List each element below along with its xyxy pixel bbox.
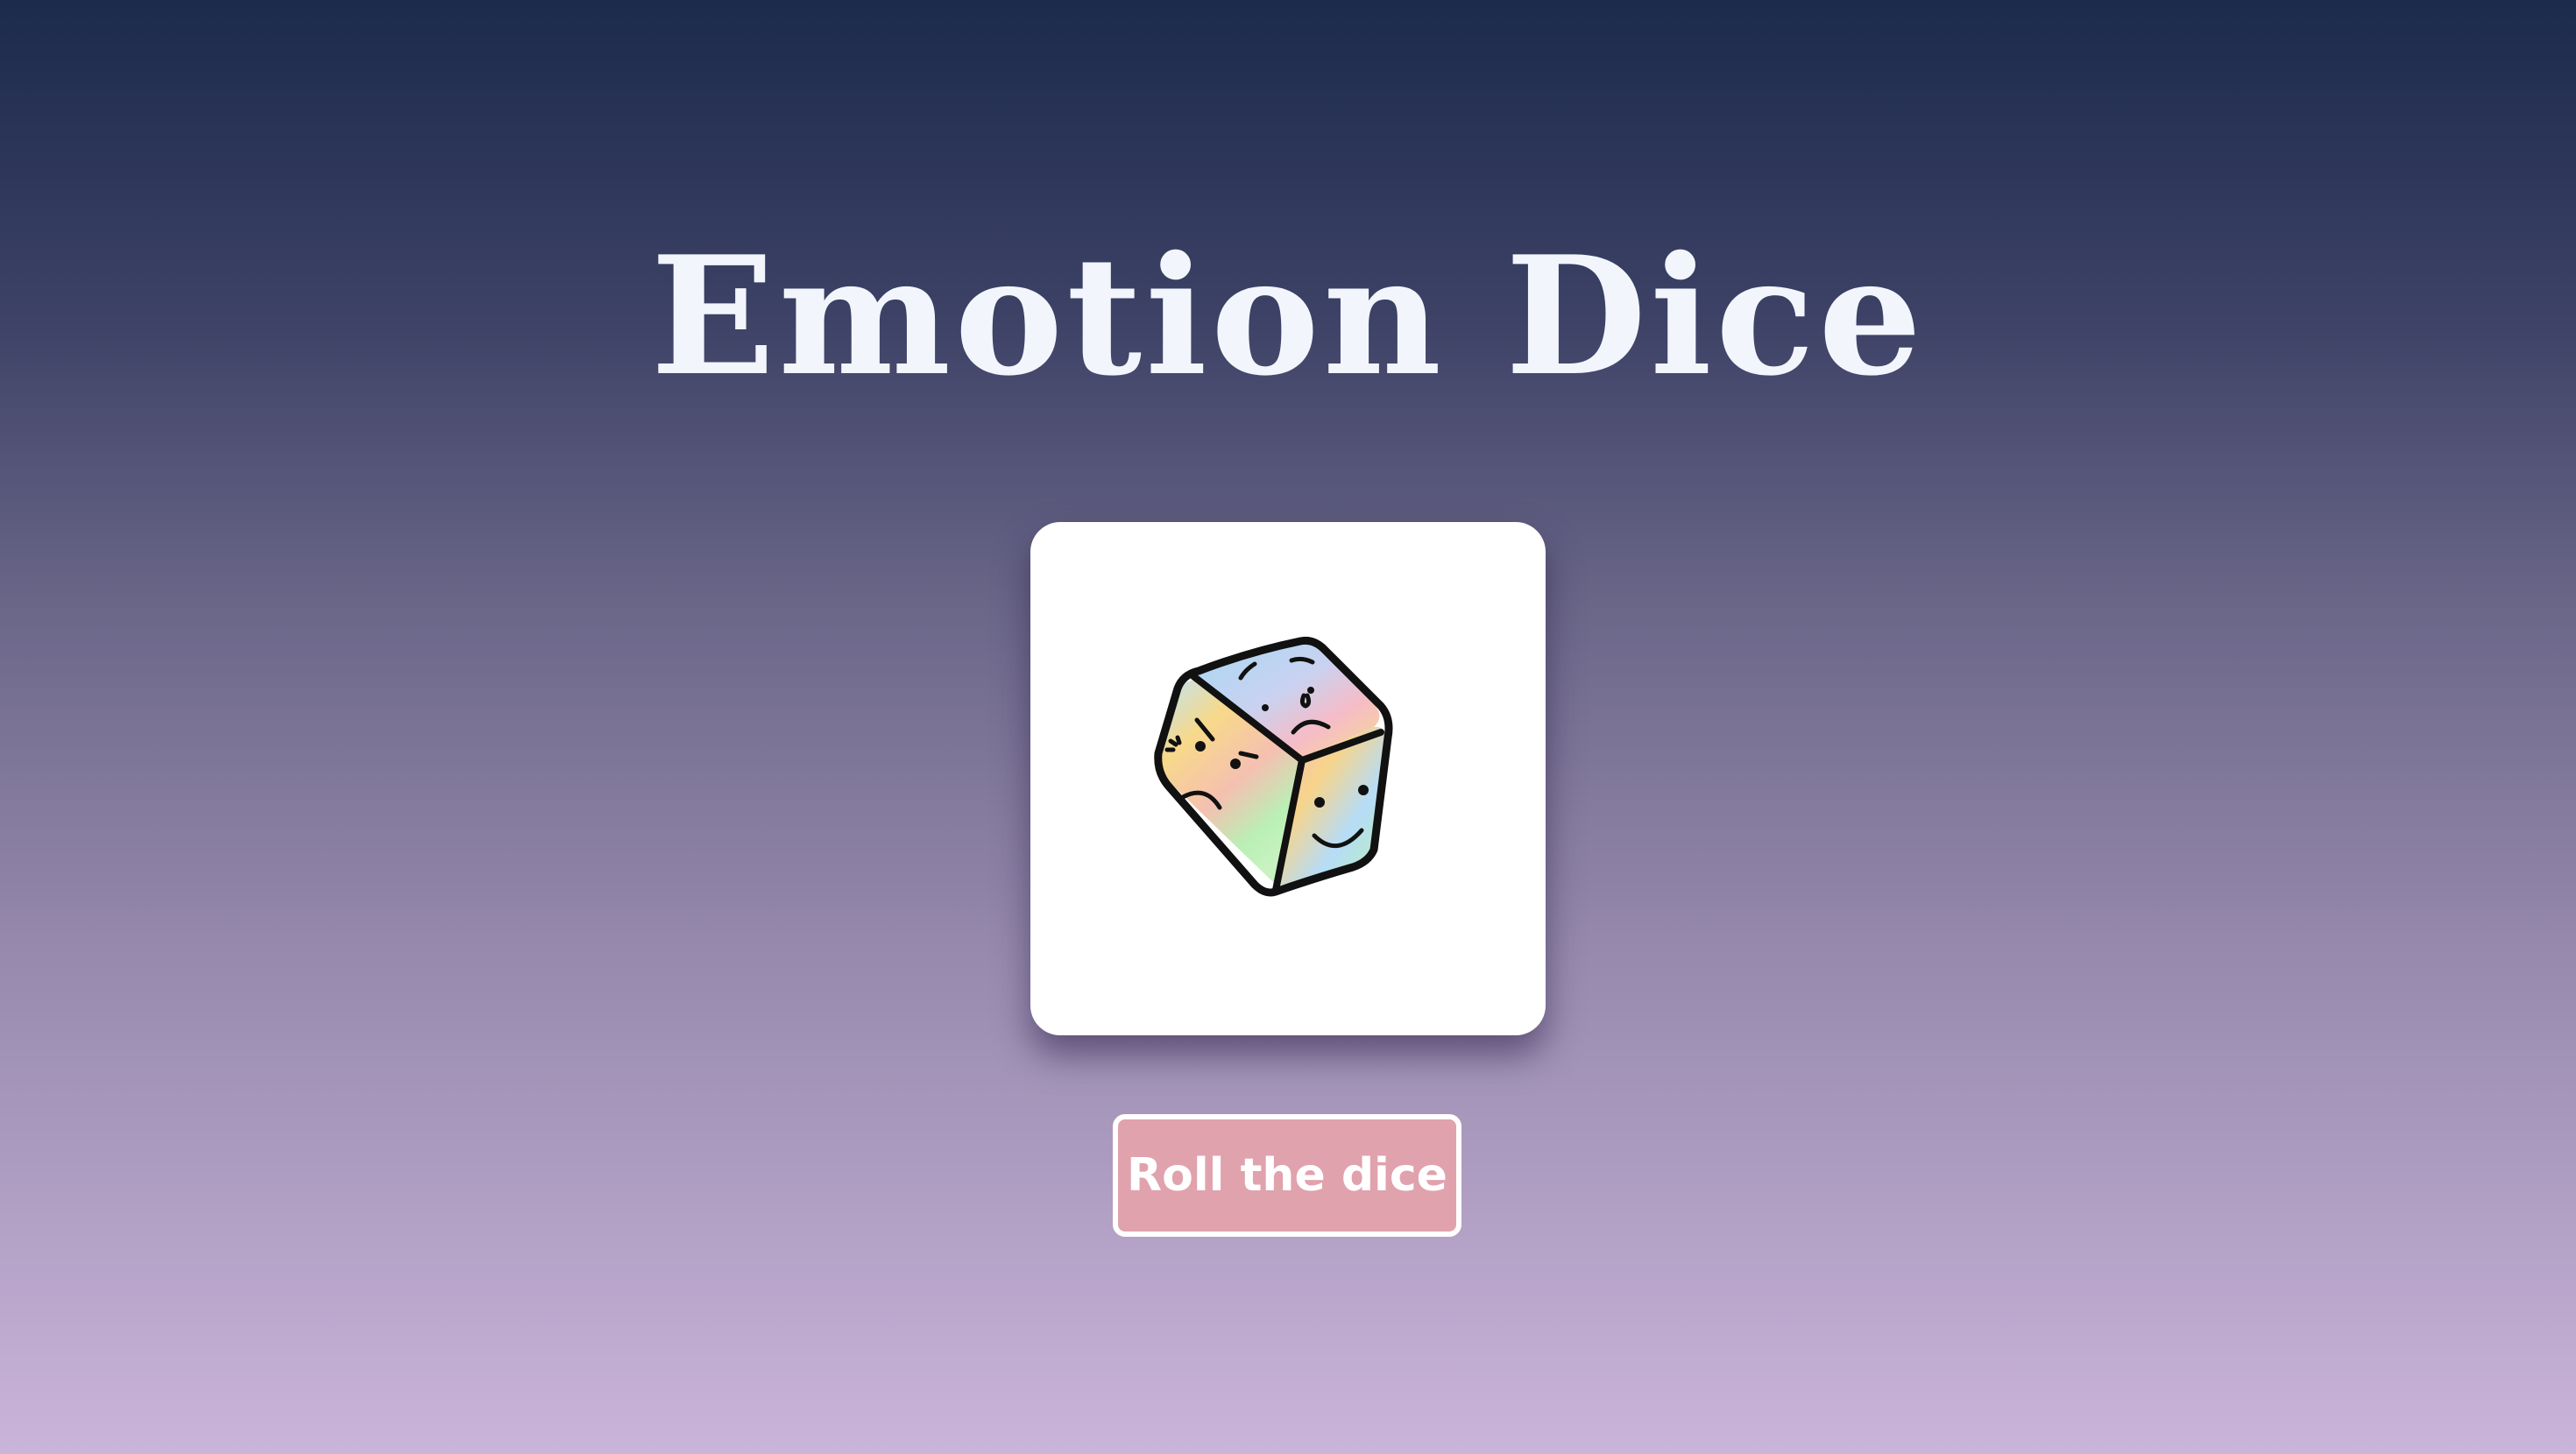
- dice-card: [1030, 522, 1546, 1035]
- roll-dice-button[interactable]: Roll the dice: [1113, 1114, 1461, 1237]
- emotion-dice-icon: [1154, 636, 1393, 897]
- page-title: Emotion Dice: [650, 220, 1926, 412]
